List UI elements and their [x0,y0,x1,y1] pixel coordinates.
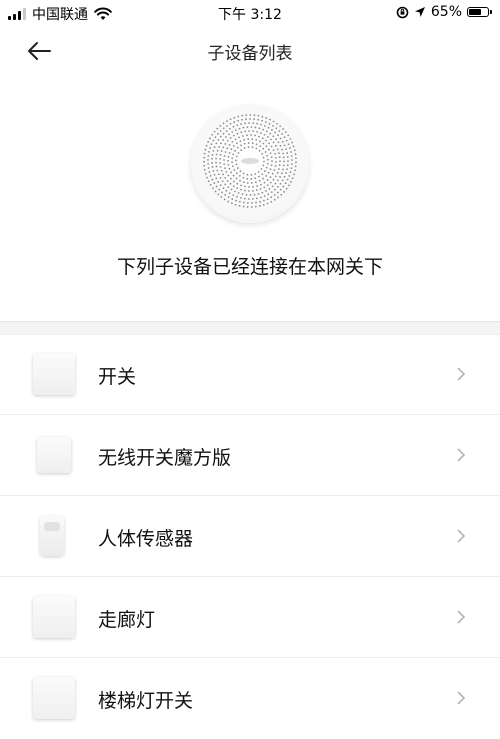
device-list: 开关 无线开关魔方版 人体传感器 走廊灯 楼梯灯开关 [0,334,500,739]
device-row-stair-light-switch[interactable]: 楼梯灯开关 [0,658,500,739]
battery-icon [467,7,492,17]
page-title: 子设备列表 [207,44,293,64]
connection-description: 下列子设备已经连接在本网关下 [116,256,383,278]
device-name: 无线开关魔方版 [98,447,232,469]
status-right: 65% [396,4,492,20]
device-row-motion-sensor[interactable]: 人体传感器 [0,496,500,577]
switch-thumbnail [33,353,75,395]
device-row-hallway-light[interactable]: 走廊灯 [0,577,500,658]
switch-thumbnail [33,677,75,719]
device-name: 走廊灯 [98,609,156,631]
chevron-right-icon [457,448,466,462]
device-name: 人体传感器 [98,528,194,550]
chevron-right-icon [457,529,466,543]
section-divider [0,321,500,335]
cube-switch-thumbnail [37,437,71,473]
chevron-right-icon [457,367,466,381]
device-name: 楼梯灯开关 [98,690,194,712]
device-row-switch[interactable]: 开关 [0,334,500,415]
chevron-right-icon [457,691,466,705]
status-bar: 中国联通 下午 3:12 65% [0,0,500,26]
hub-speaker-pattern [203,114,297,208]
motion-sensor-thumbnail [40,516,64,556]
gateway-hub-image [191,105,309,223]
battery-percent: 65% [430,4,462,20]
lock-rotation-icon [396,6,409,18]
location-icon [414,7,425,17]
chevron-right-icon [457,610,466,624]
device-row-cube-switch[interactable]: 无线开关魔方版 [0,415,500,496]
navigation-bar: 子设备列表 [0,26,500,76]
device-name: 开关 [98,366,137,388]
switch-thumbnail [33,596,75,638]
